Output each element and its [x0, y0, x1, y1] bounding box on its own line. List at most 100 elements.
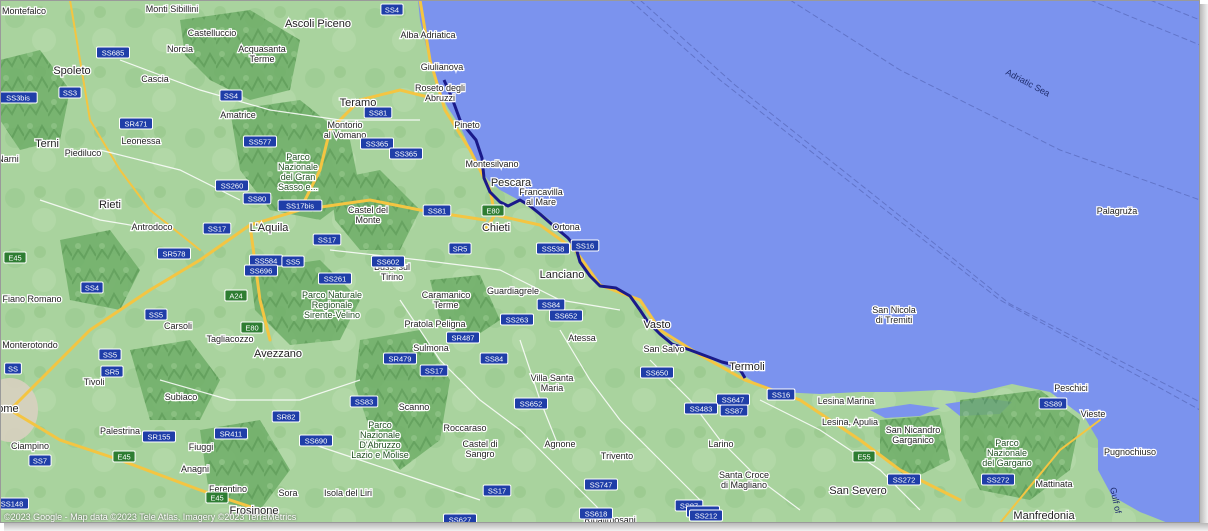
place-label[interactable]: Guardiagrele — [486, 285, 541, 298]
place-label[interactable]: Chieti — [481, 221, 512, 236]
place-label[interactable]: Carsoli — [163, 320, 194, 333]
place-label[interactable]: Termoli — [728, 360, 766, 375]
svg-text:SS4: SS4 — [385, 6, 399, 15]
place-label[interactable]: Isola del Liri — [323, 487, 374, 500]
place-label[interactable]: Pratola Peligna — [403, 318, 467, 331]
svg-text:SS650: SS650 — [646, 369, 669, 378]
road-shield: SS3 — [58, 86, 82, 99]
place-label[interactable]: Castelluccio — [186, 27, 237, 40]
place-label[interactable]: Piediluco — [63, 147, 102, 160]
place-label[interactable]: Lesina Marina — [816, 395, 875, 408]
place-label[interactable]: Pugnochiuso — [1103, 446, 1158, 459]
place-label[interactable]: San Nicandro Garganico — [884, 424, 941, 446]
road-shield: E45 — [205, 491, 229, 504]
place-label[interactable]: San Nicola di Tremiti — [871, 304, 917, 326]
road-shield: SS602 — [371, 255, 405, 268]
road-shield: SS3bis — [0, 91, 38, 104]
place-label[interactable]: San Salvo — [642, 343, 686, 356]
place-label[interactable]: Cascia — [140, 73, 170, 86]
road-shield: SS261 — [318, 272, 352, 285]
place-label[interactable]: Palagruža — [1095, 205, 1138, 218]
place-label[interactable]: Tivoli — [82, 376, 105, 389]
road-shield: SS584 — [249, 254, 283, 267]
road-shield: SS89 — [1038, 397, 1068, 410]
road-shield: SS17 — [312, 233, 342, 246]
road-shield: SS148 — [0, 497, 29, 510]
road-shield: SS84 — [479, 352, 509, 365]
place-label[interactable]: Peschici — [1053, 382, 1089, 395]
place-label[interactable]: Agnone — [543, 438, 577, 451]
place-label[interactable]: Anagni — [180, 463, 211, 476]
place-label[interactable]: Manfredonia — [1012, 509, 1077, 524]
place-label[interactable]: Mattinata — [1034, 478, 1074, 491]
place-label[interactable]: Montefalco — [1, 5, 48, 18]
place-label[interactable]: Roccaraso — [442, 422, 488, 435]
place-label[interactable]: Terni — [34, 137, 60, 152]
place-label[interactable]: Castel di Sangro — [461, 438, 499, 460]
svg-text:SS260: SS260 — [221, 182, 244, 191]
map-canvas[interactable]: Montefalco Monti Sibillini Ascoli Piceno Ca… — [0, 0, 1201, 531]
place-label[interactable]: Leonessa — [120, 135, 162, 148]
place-label[interactable]: Atessa — [567, 332, 597, 345]
road-shield: E80 — [240, 321, 264, 334]
place-label[interactable]: Avezzano — [253, 347, 304, 362]
road-shield: SR155 — [142, 430, 176, 443]
road-shield: SS16 — [570, 239, 600, 252]
map-view[interactable]: Montefalco Monti Sibillini Ascoli Piceno Ca… — [0, 0, 1208, 531]
svg-text:SS80: SS80 — [248, 195, 266, 204]
place-label[interactable]: Vieste — [1079, 408, 1106, 421]
place-label[interactable]: Fiano Romano — [1, 293, 63, 306]
place-label[interactable]: Sora — [277, 487, 299, 500]
svg-text:SS17: SS17 — [318, 236, 336, 245]
place-label[interactable]: L'Aquila — [248, 221, 290, 236]
svg-text:SS685: SS685 — [102, 49, 125, 58]
place-label[interactable]: Tagliacozzo — [205, 333, 255, 346]
place-label[interactable]: Monterotondo — [1, 339, 59, 352]
svg-text:SS618: SS618 — [585, 510, 608, 519]
place-label[interactable]: San Severo — [828, 484, 888, 499]
place-label[interactable]: Ascoli Piceno — [284, 17, 353, 32]
place-label[interactable]: Subiaco — [163, 391, 198, 404]
place-label[interactable]: Lesina, Apulia — [821, 416, 880, 429]
place-label[interactable]: Lanciano — [538, 268, 585, 283]
svg-text:SS747: SS747 — [590, 481, 613, 490]
place-label[interactable]: Ciampino — [10, 440, 51, 453]
svg-text:SS16: SS16 — [576, 242, 594, 251]
place-label[interactable]: Sulmona — [412, 342, 450, 355]
place-label[interactable]: Larino — [707, 438, 735, 451]
svg-text:SS647: SS647 — [722, 396, 745, 405]
place-label[interactable]: Rieti — [98, 198, 123, 213]
road-shield: SS647 — [716, 393, 750, 406]
place-label[interactable]: Scanno — [397, 401, 430, 414]
place-label[interactable]: Fiuggi — [187, 441, 214, 454]
road-shield: SS272 — [887, 473, 921, 486]
road-shield: SR471 — [119, 117, 153, 130]
road-shield: SS87 — [719, 404, 749, 417]
place-label[interactable]: Amatrice — [219, 109, 257, 122]
place-label[interactable]: Trivento — [600, 450, 635, 463]
place-label[interactable]: Pineto — [453, 119, 481, 132]
place-label[interactable]: Alba Adriatica — [399, 29, 457, 42]
place-label[interactable]: Monti Sibillini — [144, 3, 199, 16]
road-shield: SS4 — [80, 281, 104, 294]
road-shield: SS618 — [579, 507, 613, 520]
place-label[interactable]: Vasto — [642, 318, 672, 333]
place-label[interactable]: Norcia — [166, 43, 195, 56]
place-label[interactable]: Antrodoco — [130, 221, 174, 234]
place-label[interactable]: Giulianova — [419, 61, 464, 74]
svg-text:SS7: SS7 — [33, 457, 47, 466]
svg-text:SS690: SS690 — [305, 437, 328, 446]
place-label[interactable]: Rome — [0, 402, 20, 417]
place-label[interactable]: Montesilvano — [464, 158, 520, 171]
place-label[interactable]: Ortona — [551, 221, 581, 234]
place-label[interactable]: Santa Croce di Magliano — [718, 469, 771, 491]
road-shield: SS80 — [242, 192, 272, 205]
place-label[interactable]: Montorio al Vomano — [322, 119, 367, 141]
place-label[interactable]: Spoleto — [52, 64, 92, 79]
svg-text:SS212: SS212 — [695, 512, 718, 521]
road-shield: SS5 — [98, 348, 122, 361]
place-label[interactable]: Palestrina — [99, 425, 142, 438]
place-label[interactable]: Narni — [0, 153, 20, 166]
road-shield: SR5 — [448, 242, 472, 255]
svg-text:E80: E80 — [486, 207, 499, 216]
